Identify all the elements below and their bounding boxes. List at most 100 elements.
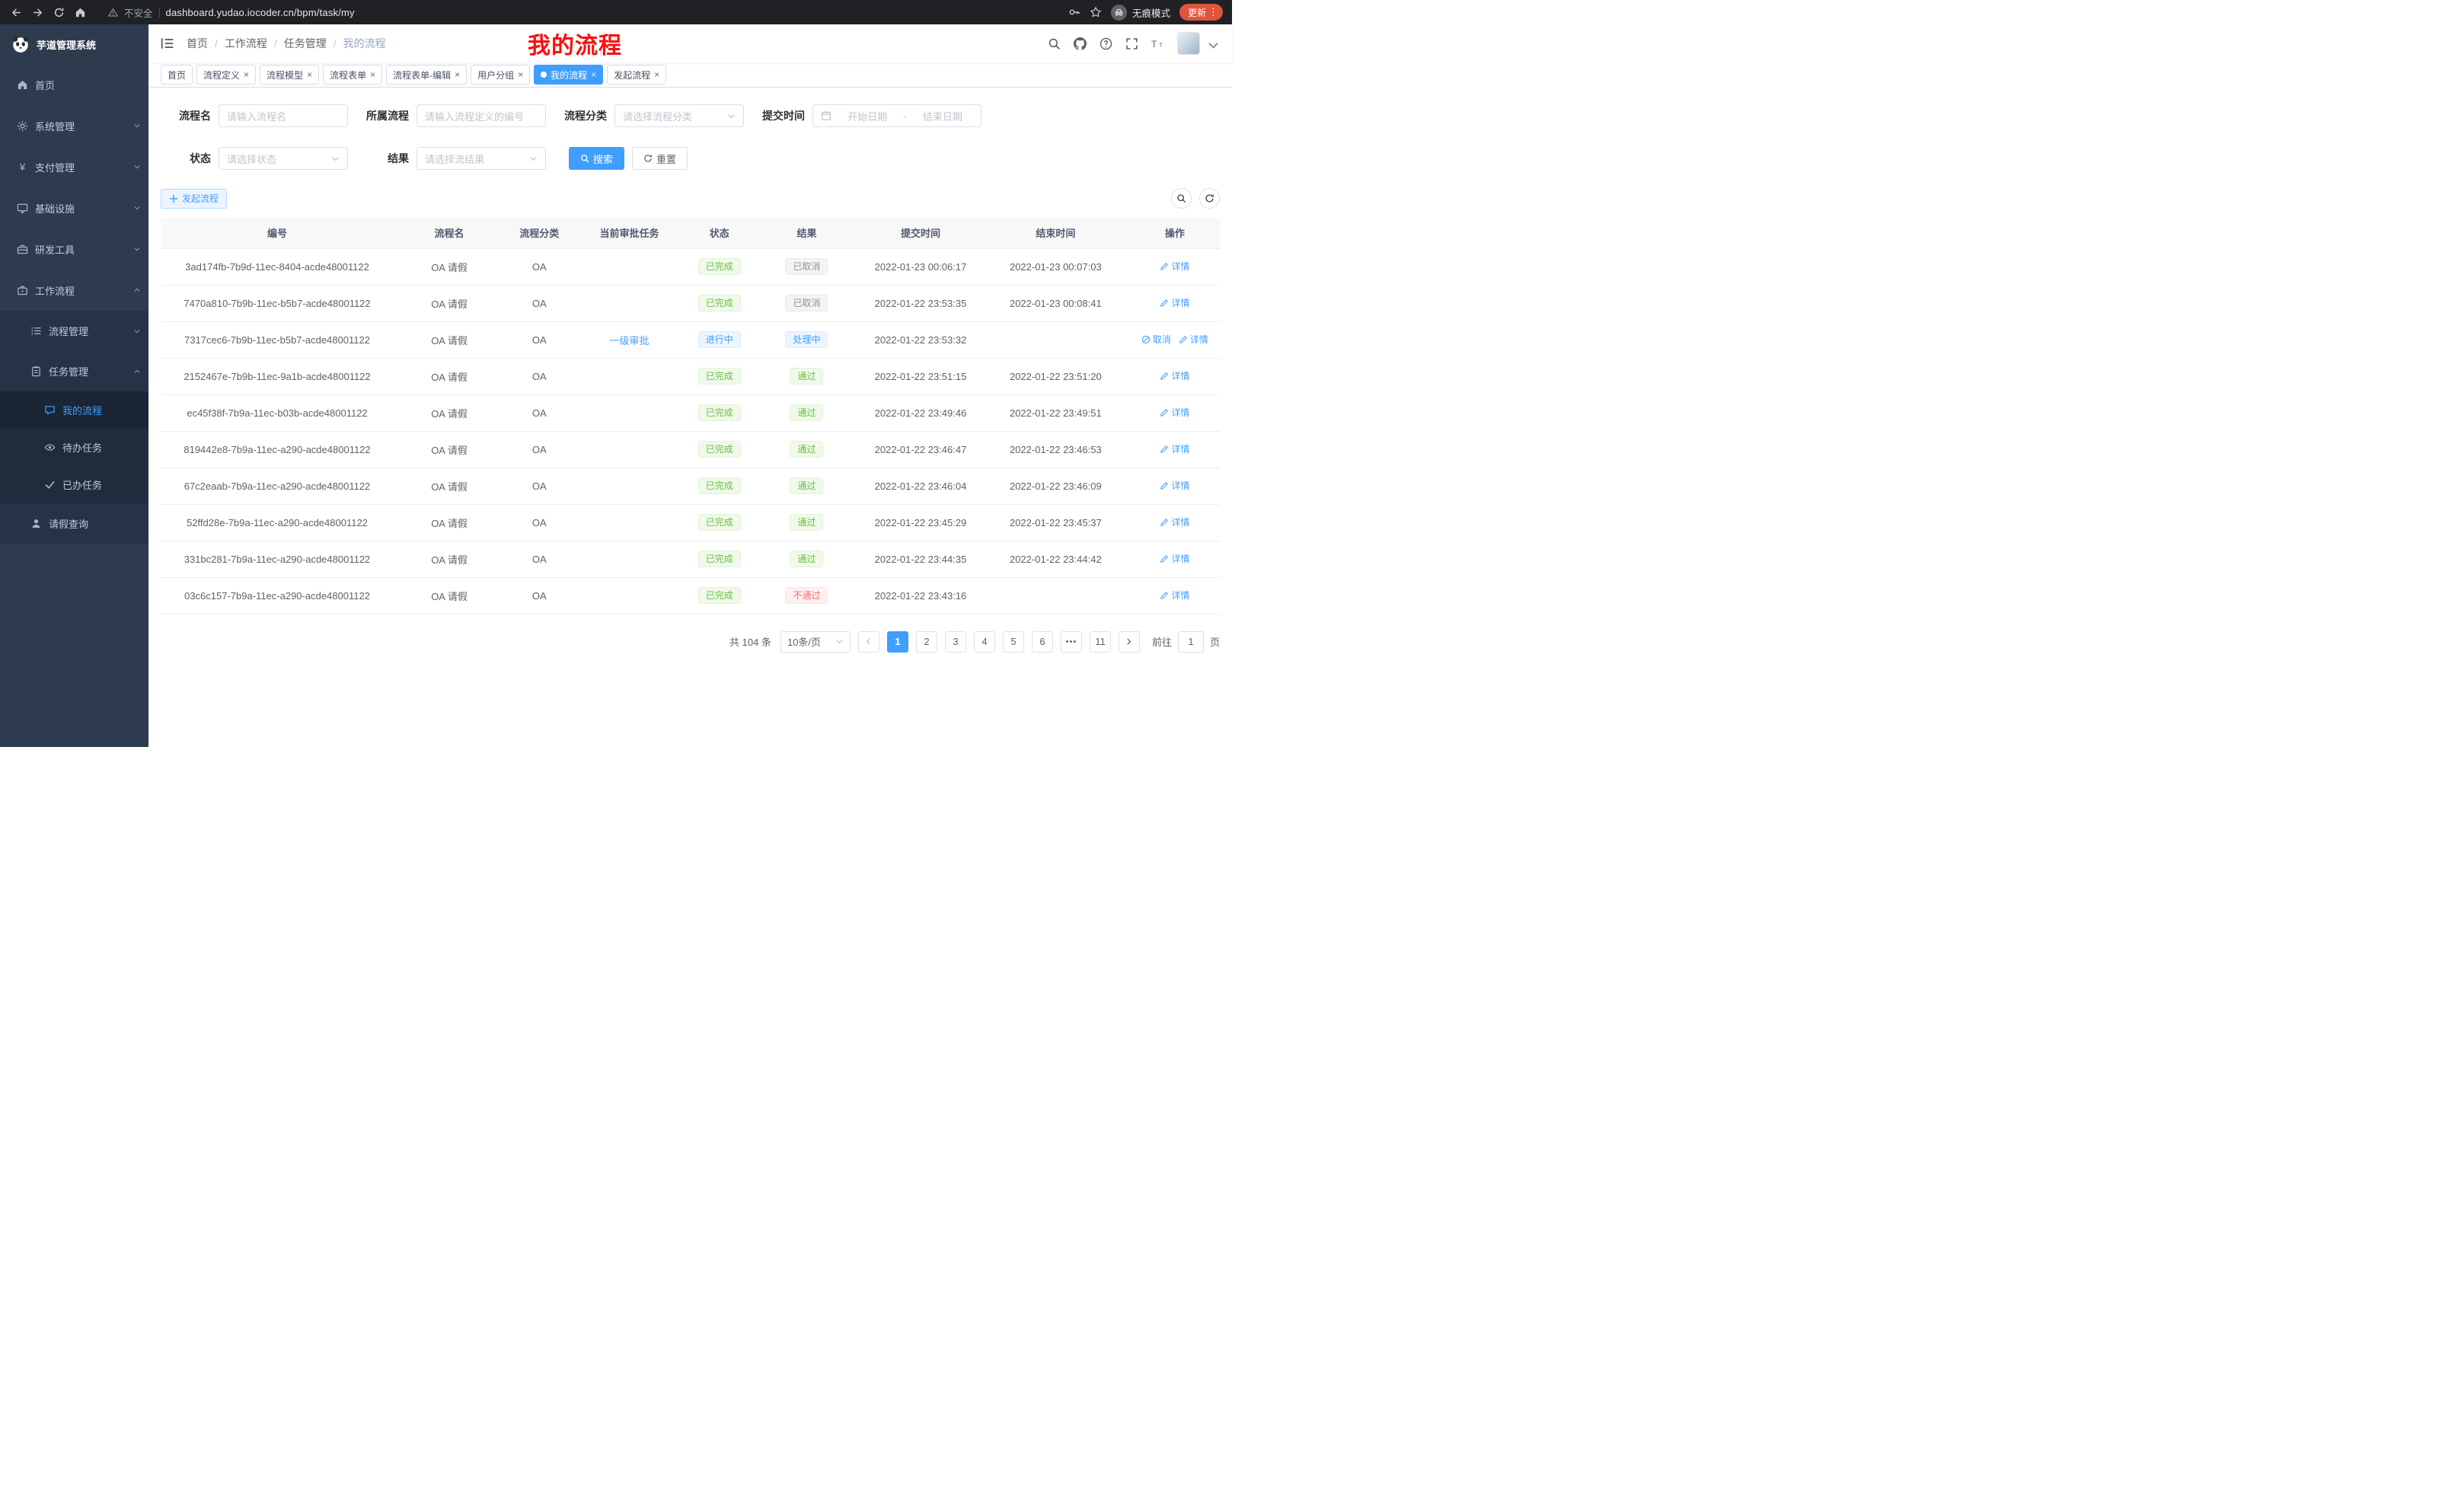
task-link[interactable]: 一级审批 (609, 333, 649, 347)
close-icon[interactable]: × (591, 70, 596, 79)
close-icon[interactable]: × (370, 70, 375, 79)
sidebar-item-label: 研发工具 (35, 242, 133, 257)
placeholder-text: 请选择状态 (227, 152, 276, 166)
sidebar-item-9[interactable]: 待办任务 (0, 429, 148, 466)
detail-link[interactable]: 详情 (1160, 589, 1189, 602)
sidebar-item-5[interactable]: 工作流程 (0, 270, 148, 311)
status-select[interactable]: 请选择状态 (219, 147, 348, 170)
cancel-link[interactable]: 取消 (1141, 333, 1171, 346)
tab-4[interactable]: 流程表单-编辑 × (386, 65, 467, 85)
page-button-4[interactable]: 4 (974, 631, 995, 653)
tab-5[interactable]: 用户分组× (471, 65, 530, 85)
tab-7[interactable]: 发起流程× (607, 65, 666, 85)
process-name-input[interactable]: 请输入流程名 (219, 104, 348, 127)
next-page-button[interactable] (1119, 631, 1140, 653)
owner-process-input[interactable]: 请输入流程定义的编号 (417, 104, 546, 127)
sidebar-item-label: 待办任务 (62, 440, 141, 455)
app-logo[interactable]: 芋道管理系统 (0, 24, 148, 64)
page-button-11[interactable]: 11 (1090, 631, 1111, 653)
detail-link[interactable]: 详情 (1160, 552, 1189, 565)
back-button[interactable] (6, 2, 26, 22)
detail-link[interactable]: 详情 (1179, 333, 1208, 346)
tab-3[interactable]: 流程表单× (323, 65, 382, 85)
close-icon[interactable]: × (244, 70, 249, 79)
tab-2[interactable]: 流程模型× (260, 65, 319, 85)
github-icon[interactable] (1074, 37, 1087, 50)
page-button-2[interactable]: 2 (916, 631, 937, 653)
cell-task (573, 541, 685, 577)
submit-time-range-picker[interactable]: 开始日期 - 结束日期 (812, 104, 981, 127)
fontsize-icon[interactable]: TT (1151, 37, 1164, 50)
sidebar-item-0[interactable]: 首页 (0, 64, 148, 105)
status-tag: 已完成 (698, 514, 741, 531)
forward-button[interactable] (27, 2, 47, 22)
sidebar-item-3[interactable]: 基础设施 (0, 187, 148, 228)
col-header-status: 状态 (685, 218, 754, 248)
close-icon[interactable]: × (654, 70, 659, 79)
home-button[interactable] (70, 2, 90, 22)
result-select[interactable]: 请选择流结果 (417, 147, 546, 170)
sidebar-item-1[interactable]: 系统管理 (0, 105, 148, 146)
tab-1[interactable]: 流程定义× (196, 65, 256, 85)
edit-icon (1160, 481, 1169, 490)
category-select[interactable]: 请选择流程分类 (614, 104, 744, 127)
chevron-down-icon[interactable] (1207, 39, 1220, 52)
reload-button[interactable] (49, 2, 69, 22)
avatar[interactable] (1177, 32, 1200, 55)
detail-link[interactable]: 详情 (1160, 442, 1189, 455)
edit-icon (1160, 298, 1169, 308)
breadcrumb-item-home[interactable]: 首页 (187, 36, 208, 51)
sidebar-fold-icon[interactable] (161, 37, 174, 49)
menu-dots-icon[interactable]: ⋮ (1208, 6, 1218, 18)
cell-id: ec45f38f-7b9a-11ec-b03b-acde48001122 (161, 394, 394, 431)
close-icon[interactable]: × (307, 70, 312, 79)
detail-link[interactable]: 详情 (1160, 479, 1189, 492)
page-button-3[interactable]: 3 (945, 631, 966, 653)
tab-label: 流程表单-编辑 (393, 69, 451, 81)
sidebar-item-6[interactable]: 流程管理 (0, 311, 148, 351)
prev-page-button[interactable] (858, 631, 879, 653)
url-text: dashboard.yudao.iocoder.cn/bpm/task/my (166, 7, 355, 18)
page-size-select[interactable]: 10条/页 (780, 631, 851, 653)
detail-link[interactable]: 详情 (1160, 406, 1189, 419)
breadcrumb-item-workflow[interactable]: 工作流程 (225, 36, 267, 51)
sidebar-item-8[interactable]: 我的流程 (0, 391, 148, 429)
key-icon[interactable] (1068, 6, 1080, 18)
more-pages-button[interactable]: ••• (1061, 631, 1082, 653)
page-button-6[interactable]: 6 (1032, 631, 1053, 653)
address-bar[interactable]: 不安全 dashboard.yudao.iocoder.cn/bpm/task/… (99, 2, 1059, 22)
cell-id: 03c6c157-7b9a-11ec-a290-acde48001122 (161, 577, 394, 614)
result-tag: 已取消 (785, 258, 828, 275)
fullscreen-icon[interactable] (1125, 37, 1138, 50)
status-tag: 已完成 (698, 404, 741, 421)
tab-0[interactable]: 首页 (161, 65, 193, 85)
breadcrumb-item-task[interactable]: 任务管理 (284, 36, 327, 51)
search-toggle-button[interactable] (1171, 188, 1192, 209)
update-button[interactable]: 更新 ⋮ (1179, 4, 1223, 21)
sidebar-item-label: 系统管理 (35, 119, 133, 133)
cell-task: 一级审批 (573, 321, 685, 358)
help-icon[interactable] (1100, 37, 1112, 50)
search-icon[interactable] (1048, 37, 1061, 50)
detail-link[interactable]: 详情 (1160, 516, 1189, 528)
sidebar-item-10[interactable]: 已办任务 (0, 466, 148, 503)
detail-link[interactable]: 详情 (1160, 369, 1189, 382)
reset-button[interactable]: 重置 (632, 147, 688, 170)
close-icon[interactable]: × (455, 70, 460, 79)
sidebar-item-4[interactable]: 研发工具 (0, 228, 148, 270)
page-button-1[interactable]: 1 (887, 631, 908, 653)
create-process-button[interactable]: 发起流程 (161, 189, 227, 209)
detail-link[interactable]: 详情 (1160, 260, 1189, 273)
tab-6[interactable]: 我的流程× (534, 65, 603, 85)
sidebar-item-2[interactable]: ¥支付管理 (0, 146, 148, 187)
refresh-button[interactable] (1199, 188, 1220, 209)
star-icon[interactable] (1090, 6, 1102, 18)
calendar-icon (821, 110, 831, 121)
goto-page-input[interactable]: 1 (1178, 631, 1204, 653)
detail-link[interactable]: 详情 (1160, 296, 1189, 309)
page-button-5[interactable]: 5 (1003, 631, 1024, 653)
search-button[interactable]: 搜索 (569, 147, 624, 170)
close-icon[interactable]: × (518, 70, 523, 79)
sidebar-item-11[interactable]: 请假查询 (0, 503, 148, 544)
sidebar-item-7[interactable]: 任务管理 (0, 351, 148, 391)
